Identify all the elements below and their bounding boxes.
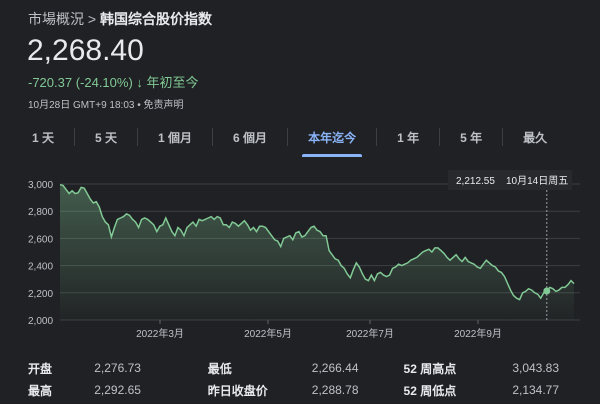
breadcrumb-separator: > (87, 11, 97, 27)
stat-value: 2,288.78 (311, 383, 359, 397)
tooltip-value: 2,212.55 (456, 176, 495, 187)
stat-label: 52 周高点 (403, 361, 457, 376)
y-tick-label: 2,400 (28, 262, 53, 273)
tab-divider (376, 128, 378, 146)
range-tabs: 1 天 5 天 1 個月 6 個月 本年迄今 1 年 5 年最久 (22, 122, 557, 157)
stats-row: 最高 2,292.65 昨日收盘价 2,288.78 52 周低点 2,134.77 (28, 379, 588, 401)
hover-point (543, 287, 551, 295)
y-tick-label: 2,800 (28, 207, 53, 218)
tab-divider (502, 128, 504, 146)
change-value: -720.37 (-24.10%) (28, 75, 133, 90)
y-tick-label: 2,600 (28, 234, 53, 245)
tab-divider (287, 128, 289, 146)
tooltip-date: 10月14日周五 (506, 175, 568, 187)
stat-label: 开盘 (28, 361, 53, 376)
stat-label: 52 周低点 (403, 383, 457, 398)
tab-divider (74, 128, 76, 146)
stats-table: 开盘 2,276.73 最低 2,266.44 52 周高点 3,043.83 最高 2,29… (28, 357, 588, 401)
x-tick-label: 2022年5月 (244, 327, 292, 340)
breadcrumb-parent[interactable]: 市場概況 (28, 11, 84, 27)
area-fill (60, 184, 574, 320)
y-tick-label: 2,000 (28, 316, 53, 327)
breadcrumb: 市場概況 > 韩国综合股价指数 (28, 9, 212, 29)
timestamp-disclaimer: 10月28日 GMT+9 18:03 • 免责声明 (28, 100, 184, 111)
price-chart[interactable]: 3,000 2,800 2,600 2,400 2,200 2,000 2022年3月 202… (0, 160, 600, 350)
stat-value: 3,043.83 (512, 361, 560, 375)
tab-divider (439, 128, 441, 146)
change-period: 年初至今 (146, 75, 199, 90)
tab-range[interactable]: 1 個月 (148, 125, 202, 150)
tab-divider (212, 128, 214, 146)
tab-range[interactable]: 1 天 (22, 125, 64, 150)
stat-value: 2,266.44 (311, 361, 359, 375)
tab-range[interactable]: 1 年 (387, 125, 429, 150)
stat-label: 最高 (28, 383, 53, 398)
tab-range[interactable]: 最久 (513, 125, 557, 150)
tab-range[interactable]: 本年迄今 (298, 125, 366, 157)
current-price: 2,268.40 (27, 34, 144, 67)
breadcrumb-current: 韩国综合股价指数 (99, 11, 212, 27)
tab-divider (137, 128, 139, 146)
stat-value: 2,276.73 (94, 361, 141, 375)
y-tick-label: 2,200 (28, 289, 53, 300)
stat-value: 2,292.65 (94, 383, 141, 397)
tab-range[interactable]: 5 天 (85, 125, 127, 150)
stat-label: 昨日收盘价 (207, 383, 268, 398)
stats-row: 开盘 2,276.73 最低 2,266.44 52 周高点 3,043.83 (28, 357, 588, 379)
x-tick-label: 2022年7月 (346, 327, 394, 340)
y-tick-label: 3,000 (28, 180, 53, 191)
price-change: -720.37 (-24.10%) ↓ 年初至今 (28, 72, 199, 91)
x-tick-label: 2022年9月 (454, 327, 502, 340)
tab-range[interactable]: 6 個月 (223, 125, 277, 150)
x-tick-label: 2022年3月 (136, 327, 184, 340)
arrow-down-icon: ↓ (136, 75, 143, 90)
tab-range[interactable]: 5 年 (450, 125, 492, 150)
stat-value: 2,134.77 (512, 383, 560, 397)
stat-label: 最低 (207, 361, 232, 376)
